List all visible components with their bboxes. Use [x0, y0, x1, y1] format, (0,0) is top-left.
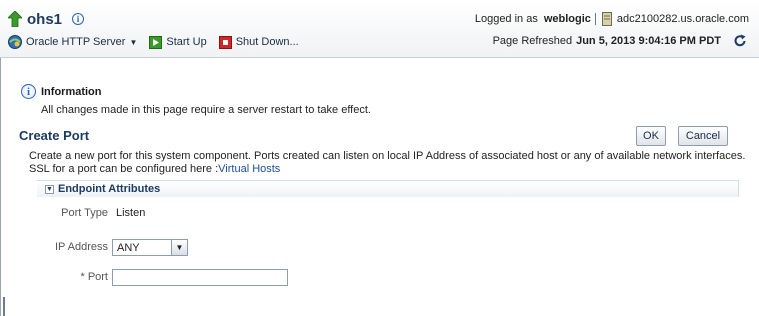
oracle-http-server-icon — [8, 35, 22, 49]
endpoint-attributes-title: Endpoint Attributes — [58, 183, 161, 195]
separator — [594, 13, 596, 25]
shut-down-button[interactable]: Shut Down... — [218, 35, 299, 49]
virtual-hosts-link[interactable]: Virtual Hosts — [218, 163, 280, 175]
required-marker: * — [80, 271, 85, 283]
start-up-label: Start Up — [166, 36, 207, 48]
ip-address-label: IP Address — [55, 241, 108, 253]
oracle-http-server-label: Oracle HTTP Server — [26, 36, 126, 48]
toolbar: Oracle HTTP Server ▼ Start Up Shut Down.… — [8, 33, 311, 51]
logged-in-label: Logged in as — [474, 13, 538, 25]
collapse-icon[interactable]: ▼ — [45, 184, 54, 194]
login-info: Logged in as weblogic adc2100282.us.orac… — [475, 12, 749, 26]
page-description: Create a new port for this system compon… — [29, 150, 749, 176]
page-title: Create Port — [19, 128, 90, 143]
start-up-button[interactable]: Start Up — [149, 35, 207, 49]
ip-address-select[interactable]: ANY ▼ — [112, 239, 188, 256]
port-type-label: Port Type — [61, 207, 108, 219]
description-line-2: SSL for a port can be configured here :V… — [29, 163, 749, 176]
info-icon: i — [21, 84, 36, 99]
refresh-timestamp: Jun 5, 2013 9:04:16 PM PDT — [576, 35, 721, 47]
information-title-row: i Information — [21, 84, 371, 99]
port-label-wrapper: * Port — [8, 271, 108, 283]
page-refreshed-label: Page Refreshed — [492, 35, 573, 47]
information-title: Information — [41, 85, 102, 98]
cancel-button[interactable]: Cancel — [678, 126, 728, 146]
information-text: All changes made in this page require a … — [41, 104, 371, 116]
description-line-2-prefix: SSL for a port can be configured here : — [29, 163, 219, 175]
start-up-icon — [149, 35, 163, 49]
dropdown-arrow-icon[interactable]: ▼ — [171, 240, 187, 255]
header: ohs1 i Logged in as weblogic adc2100282.… — [0, 0, 759, 58]
port-input[interactable] — [112, 269, 288, 286]
up-arrow-icon — [8, 11, 22, 27]
target-title: ohs1 — [27, 10, 63, 28]
shut-down-label: Shut Down... — [235, 36, 299, 48]
refresh-icon[interactable] — [733, 34, 747, 48]
ok-button[interactable]: OK — [636, 126, 666, 146]
server-icon — [601, 12, 612, 26]
information-message: i Information All changes made in this p… — [21, 84, 371, 116]
left-edge-divider — [0, 58, 1, 316]
endpoint-attributes-header[interactable]: ▼ Endpoint Attributes — [37, 180, 739, 197]
title-row: ohs1 i — [8, 8, 85, 30]
chevron-down-icon: ▼ — [129, 37, 138, 47]
host-name: adc2100282.us.oracle.com — [616, 13, 749, 25]
scroll-edge — [3, 297, 5, 316]
refresh-info: Page Refreshed Jun 5, 2013 9:04:16 PM PD… — [493, 34, 747, 48]
description-line-1: Create a new port for this system compon… — [29, 150, 746, 162]
target-info-icon[interactable]: i — [72, 13, 85, 25]
port-type-value: Listen — [116, 207, 146, 219]
port-label: Port — [87, 271, 108, 283]
ip-address-value: ANY — [117, 241, 140, 254]
username: weblogic — [543, 13, 591, 25]
shut-down-icon — [218, 35, 232, 49]
oracle-http-server-menu[interactable]: Oracle HTTP Server ▼ — [8, 35, 137, 49]
